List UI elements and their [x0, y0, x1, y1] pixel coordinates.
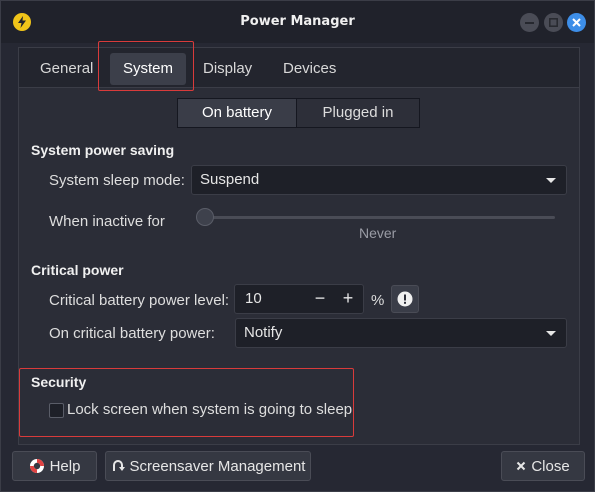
close-label: Close — [531, 457, 570, 475]
critical-action-value: Notify — [244, 324, 283, 341]
system-power-saving-heading: System power saving — [31, 142, 175, 158]
close-icon — [572, 18, 581, 27]
increase-button[interactable]: + — [334, 285, 362, 313]
close-icon — [517, 461, 526, 471]
tab-devices[interactable]: Devices — [270, 53, 349, 85]
plugged-in-toggle[interactable]: Plugged in — [296, 98, 420, 128]
screensaver-management-button[interactable]: Screensaver Management — [105, 451, 311, 481]
minimize-icon — [525, 21, 534, 24]
percent-unit: % — [371, 292, 385, 309]
power-manager-window: Power Manager General System Display Dev… — [0, 0, 595, 492]
on-battery-toggle[interactable]: On battery — [177, 98, 297, 128]
lock-screen-label[interactable]: Lock screen when system is going to slee… — [67, 401, 352, 418]
screensaver-label: Screensaver Management — [129, 457, 306, 475]
critical-action-label: On critical battery power: — [49, 325, 215, 342]
tab-display[interactable]: Display — [190, 53, 265, 85]
security-heading: Security — [31, 374, 87, 390]
critical-power-heading: Critical power — [31, 262, 124, 278]
close-window-button[interactable] — [567, 13, 586, 32]
critical-action-select[interactable]: Notify — [235, 318, 567, 348]
lock-screen-checkbox[interactable] — [49, 403, 64, 418]
decrease-button[interactable]: − — [306, 285, 334, 313]
inactive-slider-track[interactable] — [197, 216, 555, 219]
window-title: Power Manager — [240, 14, 355, 29]
critical-level-label: Critical battery power level: — [49, 292, 230, 309]
inactive-label: When inactive for — [49, 213, 165, 230]
critical-level-spinner[interactable]: 10 − + — [234, 284, 364, 314]
sleep-mode-value: Suspend — [200, 171, 260, 188]
inactive-slider-handle[interactable] — [196, 208, 214, 226]
chevron-down-icon — [546, 331, 556, 336]
maximize-button[interactable] — [544, 13, 563, 32]
refresh-icon — [112, 460, 125, 471]
close-button[interactable]: Close — [501, 451, 585, 481]
critical-level-value: 10 — [245, 290, 262, 307]
tab-system-highlight — [98, 41, 194, 91]
sleep-mode-select[interactable]: Suspend — [191, 165, 567, 195]
sleep-mode-label: System sleep mode: — [49, 172, 185, 189]
critical-info-button[interactable] — [391, 285, 419, 313]
maximize-icon — [549, 18, 558, 27]
chevron-down-icon — [546, 178, 556, 183]
exclamation-icon — [397, 291, 413, 307]
lifebuoy-icon — [29, 459, 44, 473]
inactive-value: Never — [359, 225, 397, 241]
help-label: Help — [49, 457, 81, 475]
help-button[interactable]: Help — [12, 451, 97, 481]
main-panel: General System Display Devices On batter… — [18, 41, 580, 445]
minimize-button[interactable] — [520, 13, 539, 32]
tab-general[interactable]: General — [27, 53, 106, 85]
title-bar[interactable]: Power Manager — [1, 1, 594, 43]
